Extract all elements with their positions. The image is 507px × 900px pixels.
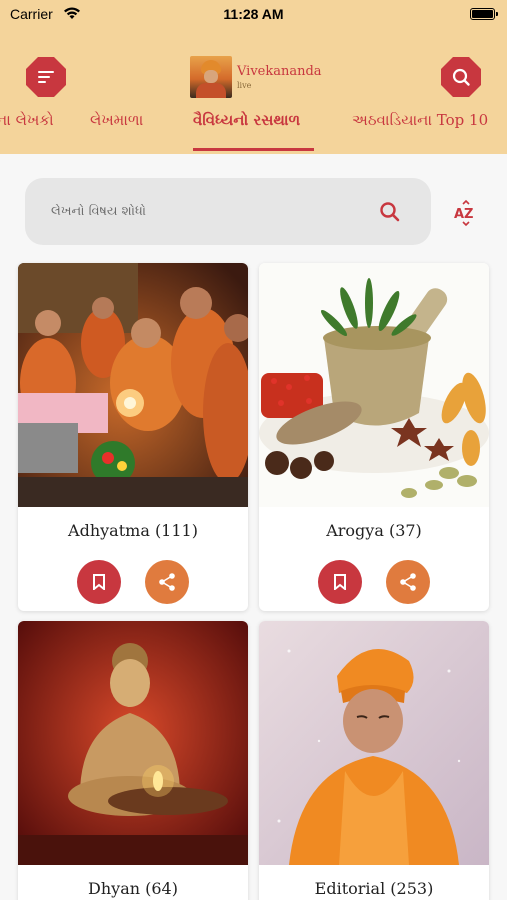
header-search-button[interactable]: [441, 57, 481, 97]
sort-az-icon[interactable]: AZ: [451, 199, 481, 227]
category-title: Arogya (37): [326, 521, 422, 540]
category-card-adhyatma[interactable]: Adhyatma (111): [18, 263, 248, 611]
bookmark-icon: [334, 574, 346, 590]
category-card-editorial[interactable]: Editorial (253): [259, 621, 489, 900]
clock: 11:28 AM: [223, 6, 284, 22]
tab-authors[interactable]: ના લેખકો: [0, 111, 54, 129]
search-icon[interactable]: [377, 199, 403, 225]
menu-button[interactable]: [26, 57, 66, 97]
category-card-dhyan[interactable]: Dhyan (64): [18, 621, 248, 900]
sort-label: AZ: [454, 207, 474, 222]
battery-icon: [470, 8, 498, 20]
status-bar: Carrier 11:28 AM: [0, 0, 507, 28]
category-title: Adhyatma (111): [68, 521, 198, 540]
tab-series[interactable]: લેખમાળા: [90, 111, 143, 129]
arogya-image: [259, 263, 489, 507]
search-icon: [452, 68, 470, 86]
category-tabs: ના લેખકો લેખમાળા વૈવિધ્યનો રસથાળ અઠવાડિય…: [0, 108, 507, 154]
category-card-arogya[interactable]: Arogya (37): [259, 263, 489, 611]
share-icon: [159, 573, 175, 591]
search-bar: [25, 178, 431, 245]
share-button[interactable]: [386, 560, 430, 604]
bookmark-button[interactable]: [77, 560, 121, 604]
category-title: Dhyan (64): [88, 879, 178, 898]
tab-weekly-top-10[interactable]: અઠવાડિયાના Top 10: [352, 111, 488, 129]
share-button[interactable]: [145, 560, 189, 604]
adhyatma-image: [18, 263, 248, 507]
app-logo: Vivekananda live: [190, 56, 322, 98]
logo-subtitle: live: [237, 81, 252, 90]
dhyan-image: [18, 621, 248, 865]
bookmark-icon: [93, 574, 105, 590]
share-icon: [400, 573, 416, 591]
menu-lines-icon: [38, 71, 54, 83]
search-input[interactable]: [51, 198, 371, 224]
logo-title: Vivekananda: [237, 64, 322, 79]
editorial-image: [259, 621, 489, 865]
bookmark-button[interactable]: [318, 560, 362, 604]
active-tab-indicator: [193, 148, 314, 151]
tab-variety[interactable]: વૈવિધ્યનો રસથાળ: [193, 111, 300, 129]
vivekananda-portrait: [190, 56, 232, 98]
app-header: Carrier 11:28 AM Vivekananda live ના લેખ…: [0, 0, 507, 154]
category-title: Editorial (253): [314, 879, 434, 898]
